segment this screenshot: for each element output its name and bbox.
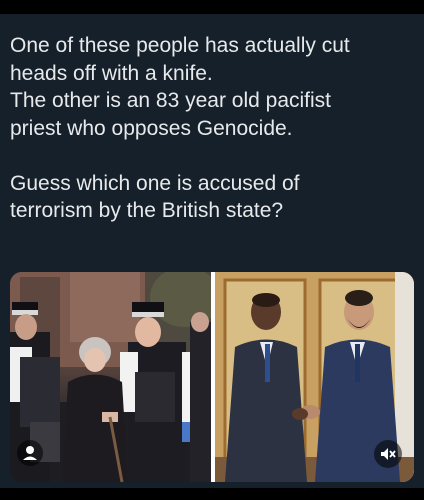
tweet-line: priest who opposes Genocide. [10,116,293,140]
tweet-line: heads off with a knife. [10,61,213,85]
tweet-line: The other is an 83 year old pacifist [10,89,332,112]
person-icon[interactable] [17,440,43,466]
tweet-media[interactable] [10,272,414,482]
photo-elderly-woman-with-police[interactable] [10,272,211,482]
tweet-line: One of these people has actually cut [10,34,350,57]
tweet-line: terrorism by the British state? [10,199,284,222]
top-letterbox [0,0,424,14]
speaker-muted-icon [381,448,396,460]
tweet-text: One of these people has actually cut hea… [10,32,416,225]
bottom-letterbox [0,488,424,500]
screenshot-frame: One of these people has actually cut hea… [0,0,424,500]
mute-button[interactable] [374,440,402,468]
tweet-line: Guess which one is accused of [10,171,300,195]
person-icon-graphic [17,440,43,466]
